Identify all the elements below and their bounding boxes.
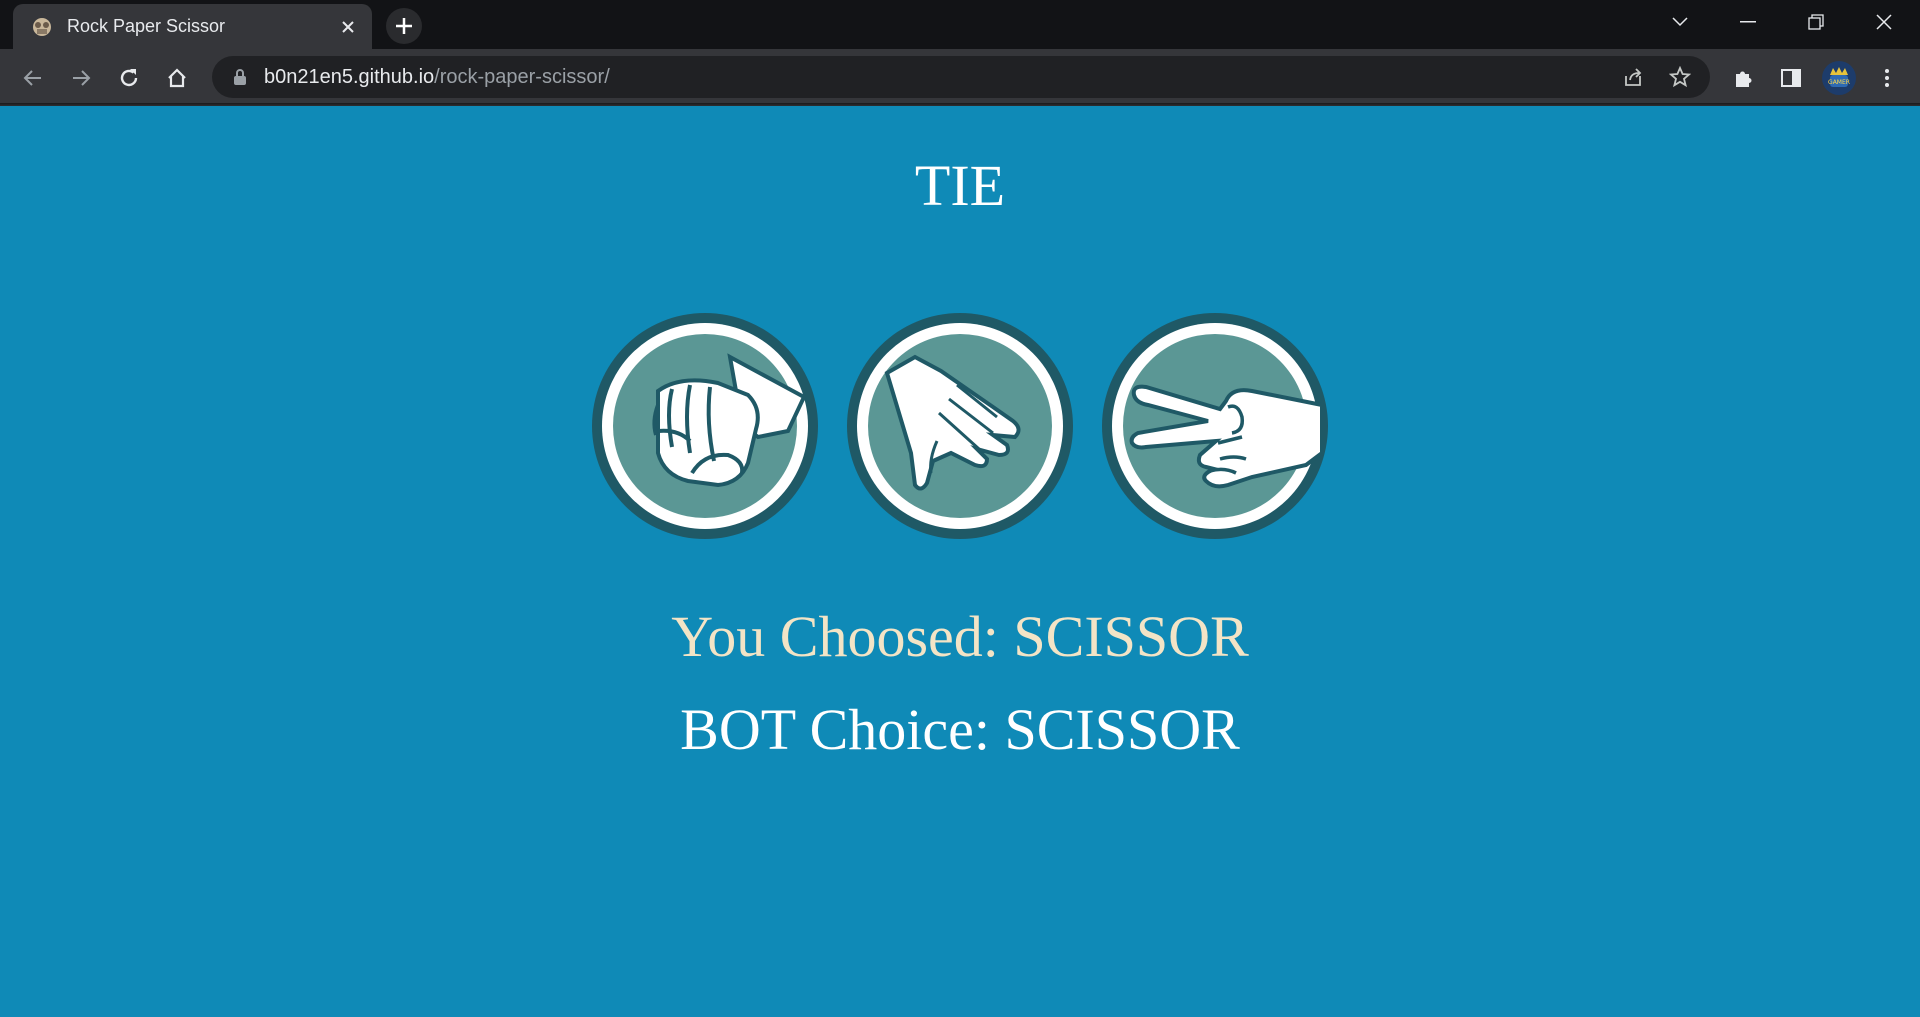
bot-choice-text: BOT Choice: SCISSOR (680, 697, 1240, 762)
tab-title: Rock Paper Scissor (67, 16, 226, 36)
lock-icon[interactable] (230, 67, 250, 87)
star-icon[interactable] (1663, 60, 1697, 94)
url-path: /rock-paper-scissor/ (434, 65, 610, 88)
plus-icon (396, 18, 412, 34)
home-icon[interactable] (160, 61, 194, 95)
share-icon[interactable] (1616, 60, 1650, 94)
restore-icon (1808, 14, 1824, 30)
arrow-left-icon[interactable] (16, 61, 50, 95)
address-bar[interactable]: b0n21en5.github.io/rock-paper-scissor/ (212, 56, 1710, 98)
peace-hand-icon (1102, 313, 1328, 539)
game-page: TIE You Choosed: SCISSOR BOT Choice: SCI… (0, 106, 1920, 1017)
url-host: b0n21en5.github.io (264, 65, 435, 88)
open-hand-icon (847, 313, 1073, 539)
arrow-right-icon[interactable] (64, 61, 98, 95)
tab-favicon-icon (31, 16, 53, 38)
restore-button[interactable] (1782, 0, 1850, 44)
kebab-menu-icon[interactable] (1870, 61, 1904, 95)
result-text: TIE (914, 153, 1006, 218)
close-icon[interactable] (334, 13, 362, 41)
profile-avatar[interactable]: GAMER (1822, 61, 1856, 95)
choices-row (592, 313, 1328, 539)
browser-tab[interactable]: Rock Paper Scissor (13, 4, 372, 49)
close-window-icon (1876, 14, 1892, 30)
chevron-down-icon (1672, 17, 1688, 27)
avatar-label: GAMER (1828, 79, 1850, 86)
reload-icon[interactable] (112, 61, 146, 95)
new-tab-button[interactable] (386, 8, 422, 44)
scissor-button[interactable] (1102, 313, 1328, 539)
paper-button[interactable] (847, 313, 1073, 539)
puzzle-icon[interactable] (1726, 61, 1760, 95)
url-text[interactable]: b0n21en5.github.io/rock-paper-scissor/ (264, 66, 610, 89)
rock-button[interactable] (592, 313, 818, 539)
fist-icon (592, 313, 818, 539)
minimize-button[interactable] (1714, 0, 1782, 44)
tab-search-button[interactable] (1646, 0, 1714, 44)
browser-titlebar: Rock Paper Scissor (0, 0, 1920, 49)
minimize-icon (1740, 21, 1756, 23)
side-panel-icon[interactable] (1774, 61, 1808, 95)
browser-toolbar: b0n21en5.github.io/rock-paper-scissor/ G… (0, 49, 1920, 106)
you-choice-text: You Choosed: SCISSOR (671, 604, 1249, 669)
close-window-button[interactable] (1850, 0, 1918, 44)
